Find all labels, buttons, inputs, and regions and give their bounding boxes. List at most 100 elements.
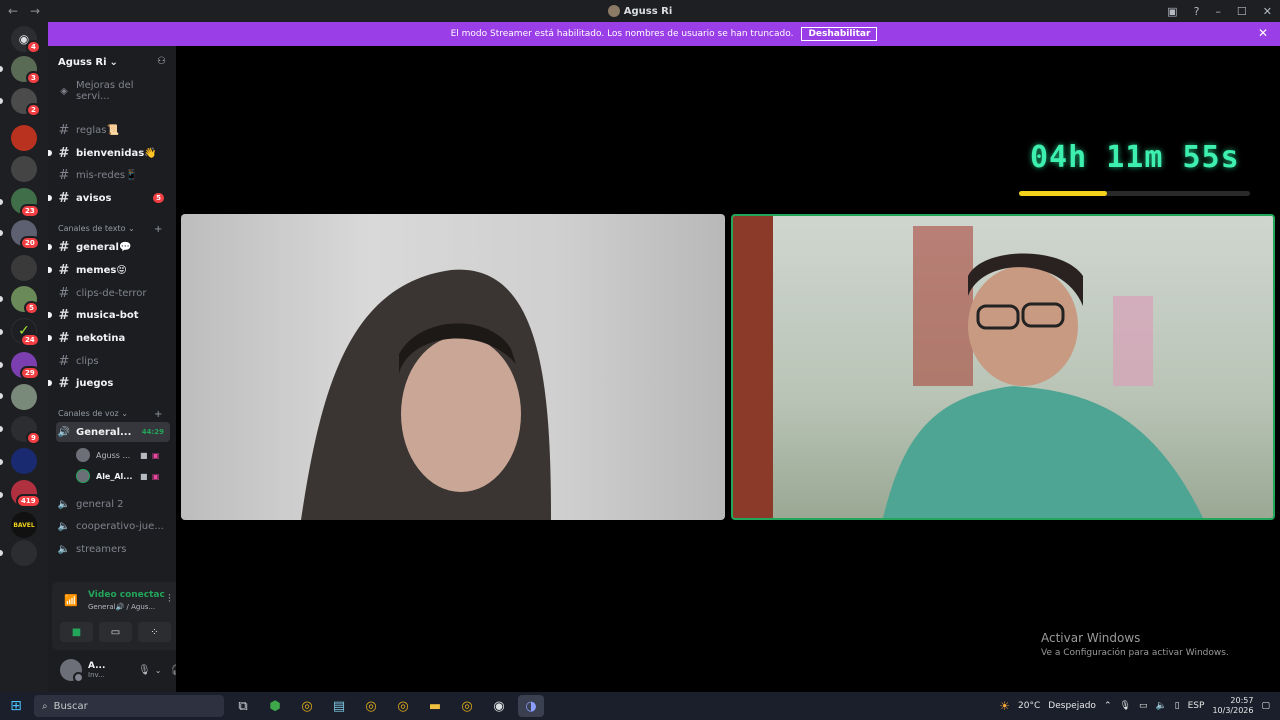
mention-badge: 5: [153, 193, 164, 203]
channel-label: mis-redes📱: [76, 169, 138, 181]
voice-user[interactable]: Aguss ... ■ ▣: [76, 446, 160, 464]
chrome-icon[interactable]: ◎: [294, 695, 320, 717]
weather-icon[interactable]: ☀: [999, 699, 1010, 713]
video-tile-speaking[interactable]: [731, 214, 1275, 520]
screen-share-button[interactable]: ▭: [99, 622, 132, 642]
notepad-icon[interactable]: ▤: [326, 695, 352, 717]
channel-item[interactable]: # reglas📜: [56, 120, 170, 140]
taskbar-clock[interactable]: 20:57 10/3/2026: [1212, 696, 1253, 716]
battery-icon[interactable]: ▯: [1175, 701, 1180, 711]
channel-item[interactable]: # mis-redes📱: [56, 165, 170, 185]
guild-icon[interactable]: [11, 540, 37, 566]
hashtag-icon: #: [58, 145, 70, 161]
voice-channel-label: cooperativo-jue...: [76, 520, 164, 532]
guild-icon[interactable]: [11, 156, 37, 182]
weather-temp[interactable]: 20°C: [1018, 701, 1040, 711]
voice-channel[interactable]: 🔈 general 2: [56, 494, 170, 514]
volume-icon[interactable]: 🔈: [1155, 701, 1166, 711]
chrome-icon[interactable]: ◎: [454, 695, 480, 717]
chrome-icon[interactable]: ◎: [358, 695, 384, 717]
add-channel-icon[interactable]: +: [154, 224, 162, 235]
voice-channel[interactable]: 🔈 cooperativo-jue...: [56, 516, 170, 536]
guild-badge: 4: [26, 40, 41, 54]
avatar: [76, 448, 90, 462]
connection-status: Video conectac: [88, 590, 165, 600]
video-tile[interactable]: [181, 214, 725, 520]
server-boost-item[interactable]: ◈ Mejoras del servi...: [56, 80, 170, 102]
camera-button[interactable]: ■: [60, 622, 93, 642]
channel-item[interactable]: # musica-bot: [48, 305, 170, 325]
help-icon[interactable]: ?: [1194, 5, 1200, 18]
noise-suppression-icon[interactable]: ⫶: [168, 592, 171, 606]
invite-people-icon[interactable]: ⚇: [157, 56, 166, 67]
windows-start-icon[interactable]: ⊞: [0, 698, 32, 714]
hashtag-icon: #: [58, 190, 70, 206]
guild-icon[interactable]: [11, 255, 37, 281]
category-text-channels[interactable]: Canales de texto ⌄ +: [58, 224, 162, 235]
server-header[interactable]: Aguss Ri ⌄ ⚇: [48, 46, 176, 78]
task-view-icon[interactable]: ⧉: [230, 695, 256, 717]
close-banner-icon[interactable]: ✕: [1258, 26, 1268, 40]
guild-badge: 9: [26, 431, 41, 445]
guild-badge: 29: [20, 366, 40, 380]
language-indicator[interactable]: ESP: [1188, 701, 1205, 711]
unread-pill: [0, 329, 3, 335]
signal-icon[interactable]: 📶: [64, 594, 78, 607]
guild-icon[interactable]: [11, 448, 37, 474]
user-names[interactable]: A... Inv...: [88, 661, 128, 679]
minimize-button[interactable]: –: [1215, 5, 1221, 18]
channel-item[interactable]: # clips-de-terror: [56, 283, 170, 303]
discord-taskbar-icon[interactable]: ◑: [518, 695, 544, 717]
unread-dot: [48, 244, 52, 250]
channel-item[interactable]: # nekotina: [48, 328, 170, 348]
channel-item[interactable]: # juegos: [48, 373, 170, 393]
category-voice-channels[interactable]: Canales de voz ⌄ +: [58, 409, 162, 420]
obs-icon[interactable]: ◉: [486, 695, 512, 717]
guild-badge: 5: [24, 301, 39, 315]
guild-icon[interactable]: BAVEL: [11, 512, 37, 538]
channel-item[interactable]: # general💬: [48, 237, 170, 257]
voice-channel[interactable]: 🔈 streamers: [56, 539, 170, 559]
unread-dot: [48, 380, 52, 386]
streamer-mode-banner: El modo Streamer está habilitado. Los no…: [48, 22, 1280, 46]
add-channel-icon[interactable]: +: [154, 409, 162, 420]
avatar[interactable]: [60, 659, 84, 683]
notifications-icon[interactable]: ▢: [1261, 701, 1270, 711]
voice-channel-active[interactable]: 🔊 General... 44:29: [56, 422, 170, 442]
chevron-down-icon[interactable]: ⌄: [155, 666, 162, 675]
speaker-icon: 🔈: [57, 543, 71, 555]
activities-button[interactable]: ⁘: [138, 622, 171, 642]
microphone-icon[interactable]: 🎙: [138, 665, 151, 676]
boost-label: Mejoras del servi...: [75, 80, 134, 102]
minecraft-icon[interactable]: ⬢: [262, 695, 288, 717]
hashtag-icon: #: [58, 353, 70, 369]
speaker-icon: 🔈: [57, 498, 71, 510]
guild-badge: 3: [26, 71, 41, 85]
network-icon[interactable]: ▭: [1139, 701, 1148, 711]
hashtag-icon: #: [58, 262, 70, 278]
taskbar-search[interactable]: ⌕ Buscar: [34, 695, 224, 717]
channel-item[interactable]: # clips: [56, 351, 170, 371]
channel-item[interactable]: # memes😝: [48, 260, 170, 280]
hashtag-icon: #: [58, 122, 70, 138]
inbox-icon[interactable]: ▣: [1167, 5, 1177, 18]
video-feed-person-hoodie: [301, 269, 551, 520]
microphone-tray-icon[interactable]: 🎙: [1120, 701, 1131, 711]
file-explorer-icon[interactable]: ▬: [422, 695, 448, 717]
connection-channel[interactable]: General🔊 / Agus...: [88, 603, 155, 611]
guild-icon[interactable]: [11, 125, 37, 151]
maximize-button[interactable]: ☐: [1237, 5, 1247, 18]
weather-desc[interactable]: Despejado: [1048, 701, 1096, 711]
close-window-button[interactable]: ✕: [1263, 5, 1272, 18]
channel-item[interactable]: # avisos 5: [48, 188, 170, 208]
hashtag-icon: #: [58, 285, 70, 301]
chrome-icon[interactable]: ◎: [390, 695, 416, 717]
voice-user-name: Ale_Al...: [96, 471, 133, 481]
disable-streamer-button[interactable]: Deshabilitar: [801, 27, 878, 41]
guild-icon[interactable]: [11, 384, 37, 410]
chevron-up-icon[interactable]: ⌃: [1104, 701, 1112, 711]
unread-dot: [48, 267, 52, 273]
channel-label: clips-de-terror: [76, 287, 147, 299]
channel-item[interactable]: # bienvenidas👋: [48, 143, 170, 163]
voice-user[interactable]: Ale_Al... ■ ▣: [76, 467, 160, 485]
